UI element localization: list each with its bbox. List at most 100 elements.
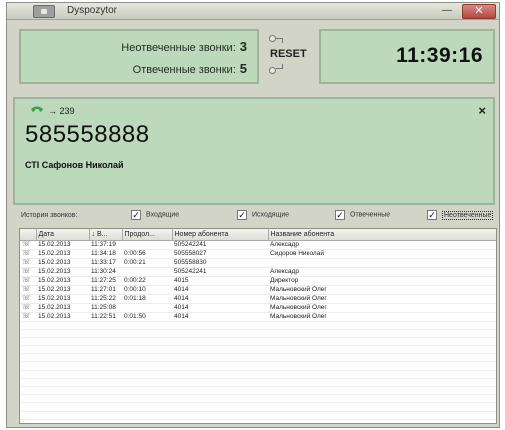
filter-missed[interactable]: ✓ Неотвеченные <box>427 210 494 220</box>
column-header-duration[interactable]: Продол... <box>122 229 173 241</box>
empty-cell <box>36 361 89 371</box>
cell-name: Директор <box>268 276 496 286</box>
cell-date: 15.02.2013 <box>36 303 89 313</box>
empty-cell <box>20 378 36 388</box>
empty-cell <box>172 361 268 371</box>
empty-cell <box>268 345 496 355</box>
cell-name: Алексадр <box>268 240 496 250</box>
table-row[interactable]: ☏ 15.02.2013 11:25:22 0:01:18 4014 Мальновски… <box>20 294 496 304</box>
empty-cell <box>122 411 172 420</box>
table-header: Дата ↓ В... Продол... Номер абонента Наз… <box>20 229 496 241</box>
empty-cell <box>20 345 36 355</box>
window-title: Dyspozytor <box>67 5 118 16</box>
empty-cell <box>36 411 89 420</box>
cell-date: 15.02.2013 <box>36 276 89 286</box>
filter-answered[interactable]: ✓ Отвеченные <box>335 210 390 220</box>
checkbox-icon[interactable]: ✓ <box>131 210 141 220</box>
cell-number: 505558027 <box>172 249 268 259</box>
empty-cell <box>89 394 122 404</box>
cell-number: 4015 <box>172 276 268 286</box>
empty-cell <box>268 353 496 363</box>
table-row[interactable]: ☏ 15.02.2013 11:27:25 0:00:22 4015 Директор <box>20 276 496 286</box>
empty-cell <box>36 386 89 396</box>
filter-incoming[interactable]: ✓ Входящие <box>131 210 179 220</box>
cell-time: 11:30:24 <box>89 267 122 277</box>
table-row[interactable]: ☏ 15.02.2013 11:27:01 0:00:10 4014 Мальновски… <box>20 285 496 295</box>
call-type-icon: ☏ <box>20 312 36 322</box>
cell-time: 11:33:17 <box>89 258 122 268</box>
column-header-number[interactable]: Номер абонента <box>172 229 269 241</box>
call-type-icon: ☏ <box>20 276 36 286</box>
table-row[interactable]: ☏ 15.02.2013 11:25:08 4014 Мальновский Олег <box>20 303 496 313</box>
clock-display: 11:39:16 <box>396 44 483 67</box>
table-row[interactable]: ☏ 15.02.2013 11:37:19 505242241 Алексадр <box>20 240 496 250</box>
clock-panel: 11:39:16 <box>319 29 495 84</box>
caller-number: 585558888 <box>25 121 150 148</box>
empty-cell <box>122 370 172 379</box>
table-row[interactable]: ☏ 15.02.2013 11:30:24 505242241 Алексадр <box>20 267 496 277</box>
table-row[interactable]: ☏ 15.02.2013 11:33:17 0:00:21 505558830 <box>20 258 496 268</box>
empty-row <box>20 402 496 412</box>
cell-time: 11:25:08 <box>89 303 122 313</box>
cell-date: 15.02.2013 <box>36 240 89 250</box>
column-header-icon[interactable] <box>20 229 37 241</box>
table-row[interactable]: ☏ 15.02.2013 11:34:18 0:00:56 505558027 Сидор… <box>20 249 496 259</box>
title-bar[interactable]: Dyspozytor — ✕ <box>7 3 499 20</box>
empty-cell <box>172 402 268 412</box>
close-icon[interactable]: × <box>478 103 486 118</box>
empty-cell <box>36 353 89 363</box>
filter-outgoing[interactable]: ✓ Исходящие <box>237 210 289 220</box>
empty-cell <box>172 321 268 330</box>
phone-icon <box>31 106 43 112</box>
call-type-icon: ☏ <box>20 240 36 250</box>
column-header-date[interactable]: Дата <box>36 229 90 241</box>
missed-calls-count: 3 <box>239 39 247 54</box>
cell-number: 4014 <box>172 294 268 304</box>
table-row[interactable]: ☏ 15.02.2013 11:22:51 0:01:50 4014 Мальновски… <box>20 312 496 322</box>
checkbox-icon[interactable]: ✓ <box>237 210 247 220</box>
answered-calls-counter: Отвеченные звонки: 5 <box>133 61 247 76</box>
reset-button[interactable]: RESET <box>270 48 307 60</box>
close-button[interactable]: ✕ <box>462 4 496 19</box>
empty-row <box>20 361 496 371</box>
cell-duration <box>122 303 172 313</box>
cell-date: 15.02.2013 <box>36 267 89 277</box>
checkbox-icon[interactable]: ✓ <box>427 210 437 220</box>
empty-row <box>20 345 496 355</box>
empty-cell <box>268 386 496 396</box>
connector-line-icon <box>276 64 283 69</box>
call-route: → 239 <box>48 106 75 116</box>
reset-control: RESET <box>266 29 312 84</box>
empty-row <box>20 386 496 396</box>
minimize-button[interactable]: — <box>437 5 457 18</box>
column-header-time[interactable]: ↓ В... <box>89 229 123 241</box>
call-type-icon: ☏ <box>20 303 36 313</box>
empty-cell <box>89 386 122 396</box>
call-history-table[interactable]: Дата ↓ В... Продол... Номер абонента Наз… <box>19 228 497 424</box>
cell-number: 505558830 <box>172 258 268 268</box>
empty-cell <box>20 321 36 330</box>
empty-cell <box>20 353 36 363</box>
empty-cell <box>89 402 122 412</box>
column-header-name[interactable]: Название абонента <box>268 229 496 241</box>
answered-calls-count: 5 <box>239 61 247 76</box>
empty-cell <box>20 386 36 396</box>
cell-duration: 0:00:22 <box>122 276 172 286</box>
empty-cell <box>122 386 172 396</box>
status-led-icon <box>269 67 276 74</box>
call-type-icon: ☏ <box>20 249 36 259</box>
checkbox-icon[interactable]: ✓ <box>335 210 345 220</box>
empty-cell <box>36 337 89 347</box>
empty-cell <box>89 321 122 330</box>
missed-calls-label: Неотвеченные звонки: <box>121 42 236 54</box>
cell-number: 4014 <box>172 312 268 322</box>
empty-cell <box>172 411 268 420</box>
cell-date: 15.02.2013 <box>36 312 89 322</box>
cell-number: 4014 <box>172 285 268 295</box>
empty-cell <box>268 321 496 330</box>
empty-cell <box>122 378 172 388</box>
empty-cell <box>268 370 496 379</box>
empty-cell <box>122 337 172 347</box>
empty-cell <box>89 370 122 379</box>
empty-cell <box>268 329 496 338</box>
